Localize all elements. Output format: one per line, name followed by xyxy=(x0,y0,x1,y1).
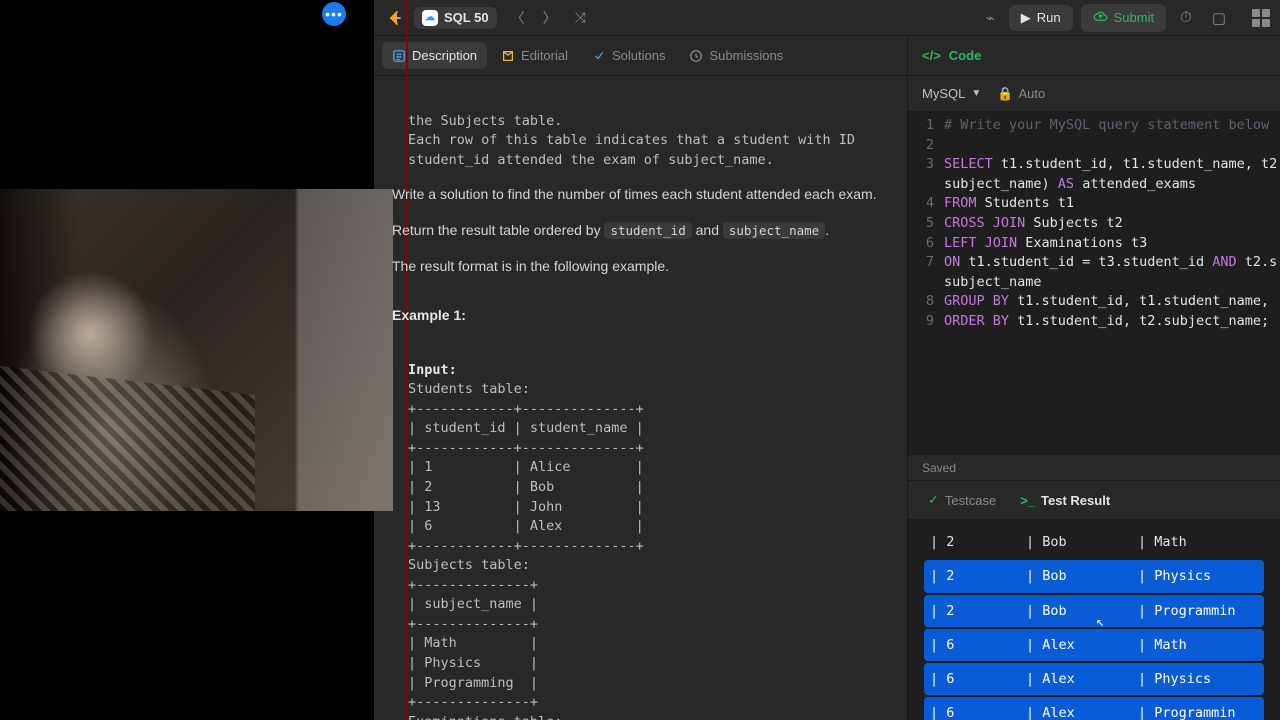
saved-status: Saved xyxy=(908,454,1280,480)
language-select[interactable]: MySQL ▼ xyxy=(922,86,981,101)
code-editor[interactable]: 123456789 # Write your MySQL query state… xyxy=(908,112,1280,454)
submit-button[interactable]: Submit xyxy=(1081,4,1166,32)
submit-label: Submit xyxy=(1114,10,1154,25)
debug-icon[interactable]: ⌁ xyxy=(980,3,1001,33)
description-panel: Description Editorial Solutions Submissi… xyxy=(374,36,908,720)
solutions-icon xyxy=(592,49,606,63)
task-statement: Write a solution to find the number of t… xyxy=(392,184,889,206)
submissions-icon xyxy=(689,49,703,63)
code-student-id: student_id xyxy=(604,222,691,239)
problem-description[interactable]: the Subjects table. Each row of this tab… xyxy=(374,76,907,720)
shuffle-button[interactable]: ⤨ xyxy=(571,5,590,30)
leetcode-logo-icon[interactable] xyxy=(384,8,404,28)
tab-description[interactable]: Description xyxy=(382,42,487,69)
timer-icon[interactable]: ⏱ xyxy=(1174,3,1198,32)
layout-grid-icon[interactable] xyxy=(1252,9,1270,27)
plan-cloud-icon: ☁ xyxy=(422,10,438,26)
topbar: ☁ SQL 50 〈 〉 ⤨ ⌁ ▶ Run Submit ⏱ ▢ xyxy=(374,0,1280,36)
tab-description-label: Description xyxy=(412,48,477,63)
tab-editorial[interactable]: Editorial xyxy=(491,42,578,69)
result-output[interactable]: ↖ | 2| Bob| Math| 2| Bob| Physics| 2| Bo… xyxy=(908,520,1280,720)
example-block: Input: Students table: +------------+---… xyxy=(392,341,889,720)
study-plan-badge[interactable]: ☁ SQL 50 xyxy=(414,7,497,29)
result-row[interactable]: | 2| Bob| Programmin xyxy=(924,595,1264,627)
webcam-feed xyxy=(0,189,393,511)
webcam-panel: ••• xyxy=(0,0,374,720)
line-gutter: 123456789 xyxy=(908,116,944,454)
play-icon: ▶ xyxy=(1021,10,1031,26)
run-button[interactable]: ▶ Run xyxy=(1009,5,1073,31)
code-lines[interactable]: # Write your MySQL query statement below… xyxy=(944,116,1280,454)
problem-tabs: Description Editorial Solutions Submissi… xyxy=(374,36,907,76)
editorial-icon xyxy=(501,49,515,63)
tab-submissions-label: Submissions xyxy=(709,48,783,63)
saved-label: Saved xyxy=(922,461,956,475)
tab-testcase-label: Testcase xyxy=(945,493,996,508)
tab-test-result-label: Test Result xyxy=(1041,493,1110,508)
more-bubble-icon[interactable]: ••• xyxy=(322,2,346,26)
code-header: </> Code xyxy=(908,36,1280,76)
example-label: Example 1: xyxy=(392,305,889,327)
result-tabs: ✓ Testcase >_ Test Result xyxy=(908,480,1280,520)
tab-submissions[interactable]: Submissions xyxy=(679,42,793,69)
check-icon: ✓ xyxy=(928,492,939,508)
code-subject-name: subject_name xyxy=(723,222,825,239)
tab-editorial-label: Editorial xyxy=(521,48,568,63)
prev-problem-button[interactable]: 〈 xyxy=(507,4,529,32)
code-header-label: Code xyxy=(949,48,982,63)
tab-solutions[interactable]: Solutions xyxy=(582,42,675,69)
result-row[interactable]: | 6| Alex| Programmin xyxy=(924,697,1264,720)
language-bar: MySQL ▼ 🔒 Auto xyxy=(908,76,1280,112)
tab-test-result[interactable]: >_ Test Result xyxy=(1010,487,1120,514)
next-problem-button[interactable]: 〉 xyxy=(539,4,561,32)
code-panel: </> Code MySQL ▼ 🔒 Auto 123456789 # Writ… xyxy=(908,36,1280,720)
tab-solutions-label: Solutions xyxy=(612,48,665,63)
format-note: The result format is in the following ex… xyxy=(392,256,889,278)
tab-testcase[interactable]: ✓ Testcase xyxy=(918,486,1006,514)
description-icon xyxy=(392,49,406,63)
lock-icon: 🔒 xyxy=(997,86,1013,102)
terminal-icon: >_ xyxy=(1020,493,1035,508)
cloud-upload-icon xyxy=(1093,9,1108,27)
chevron-down-icon: ▼ xyxy=(971,88,981,99)
code-icon: </> xyxy=(922,48,941,63)
result-row[interactable]: | 2| Bob| Math xyxy=(924,526,1264,558)
result-row[interactable]: | 2| Bob| Physics xyxy=(924,560,1264,592)
language-label: MySQL xyxy=(922,86,965,101)
result-row[interactable]: | 6| Alex| Math xyxy=(924,629,1264,661)
plan-title: SQL 50 xyxy=(444,10,489,25)
notes-icon[interactable]: ▢ xyxy=(1206,3,1232,33)
auto-toggle[interactable]: 🔒 Auto xyxy=(997,86,1045,102)
auto-label: Auto xyxy=(1018,86,1045,101)
result-row[interactable]: | 6| Alex| Physics xyxy=(924,663,1264,695)
run-label: Run xyxy=(1037,10,1061,25)
order-statement: Return the result table ordered by stude… xyxy=(392,220,889,242)
